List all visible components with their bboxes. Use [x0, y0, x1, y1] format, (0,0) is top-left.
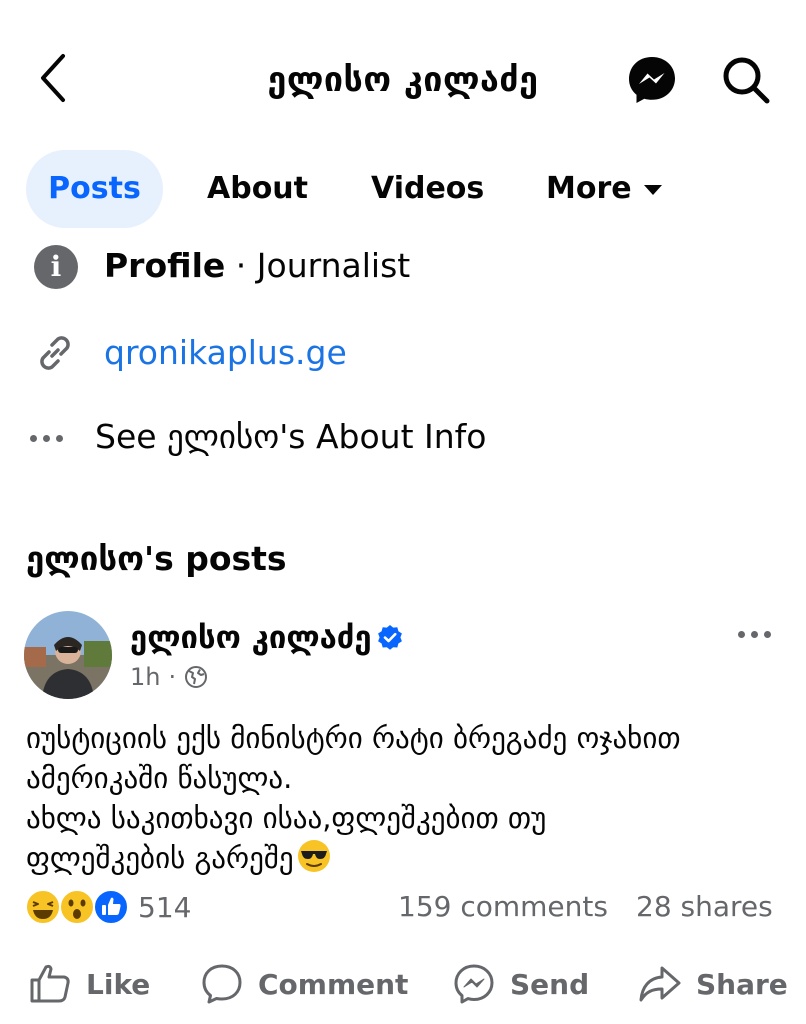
post-options-button[interactable]	[738, 622, 778, 646]
share-arrow-icon	[639, 966, 681, 1002]
post-time: 1h	[130, 663, 161, 691]
thumbs-up-icon	[30, 964, 70, 1003]
tab-about[interactable]: About	[207, 150, 308, 228]
like-button[interactable]: Like	[28, 958, 150, 1010]
back-button[interactable]	[30, 50, 74, 106]
haha-reaction-icon	[25, 889, 61, 925]
like-label: Like	[86, 967, 151, 1001]
like-reaction-icon	[93, 889, 129, 925]
comment-button[interactable]: Comment	[200, 958, 408, 1010]
post-text-line: ფლეშკების გარეშე	[26, 841, 294, 875]
caret-down-icon	[643, 185, 662, 195]
post-text-line: ახლა საკითხავი ისაა,ფლეშკებით თუ	[26, 801, 547, 835]
profile-category-value: Journalist	[256, 246, 411, 285]
post-author-name[interactable]: ელისო კილაძე	[130, 615, 372, 661]
reaction-count: 514	[138, 890, 192, 924]
profile-label: Profile	[104, 246, 226, 285]
post-text-line: ამერიკაში წასულა.	[26, 761, 293, 795]
search-icon	[723, 57, 770, 104]
avatar[interactable]	[24, 611, 112, 699]
verified-badge-icon	[378, 625, 402, 650]
comment-label: Comment	[258, 967, 409, 1001]
profile-separator: ·	[225, 246, 257, 285]
globe-icon	[185, 666, 208, 688]
tab-more[interactable]: More	[546, 150, 662, 228]
wow-reaction-icon	[59, 889, 95, 925]
comment-bubble-icon	[202, 964, 242, 1004]
post-meta: 1h ·	[130, 660, 208, 694]
share-button[interactable]: Share	[638, 958, 788, 1010]
tab-posts[interactable]: Posts	[26, 150, 163, 228]
sunglasses-emoji-icon	[297, 840, 330, 872]
tab-more-label: More	[546, 171, 632, 206]
messenger-icon	[629, 57, 675, 103]
send-button[interactable]: Send	[452, 958, 589, 1010]
profile-category: Profile · Journalist	[104, 243, 410, 289]
share-label: Share	[696, 967, 788, 1001]
meta-separator: ·	[168, 663, 177, 691]
tab-videos[interactable]: Videos	[371, 150, 484, 228]
reactions-summary[interactable]: 514	[24, 886, 191, 928]
comments-count[interactable]: 159 comments	[398, 886, 608, 928]
posts-section-heading: ელისო's posts	[26, 539, 287, 578]
search-button[interactable]	[716, 50, 776, 110]
messenger-button[interactable]	[624, 52, 680, 108]
website-link[interactable]: qronikaplus.ge	[104, 330, 347, 376]
send-label: Send	[510, 967, 590, 1001]
more-dots-icon	[30, 426, 70, 450]
info-icon: i	[34, 245, 78, 289]
link-icon	[40, 336, 70, 370]
chevron-left-icon	[41, 54, 65, 102]
messenger-send-icon	[454, 964, 494, 1004]
post-text-line: იუსტიციის ექს მინისტრი რატი ბრეგაძე ოჯახ…	[26, 721, 681, 755]
page-title: ელისო კილაძე	[267, 60, 539, 100]
see-about-info-link[interactable]: See ელისო's About Info	[95, 414, 486, 460]
post-text: იუსტიციის ექს მინისტრი რატი ბრეგაძე ოჯახ…	[26, 718, 786, 878]
shares-count[interactable]: 28 shares	[636, 886, 773, 928]
